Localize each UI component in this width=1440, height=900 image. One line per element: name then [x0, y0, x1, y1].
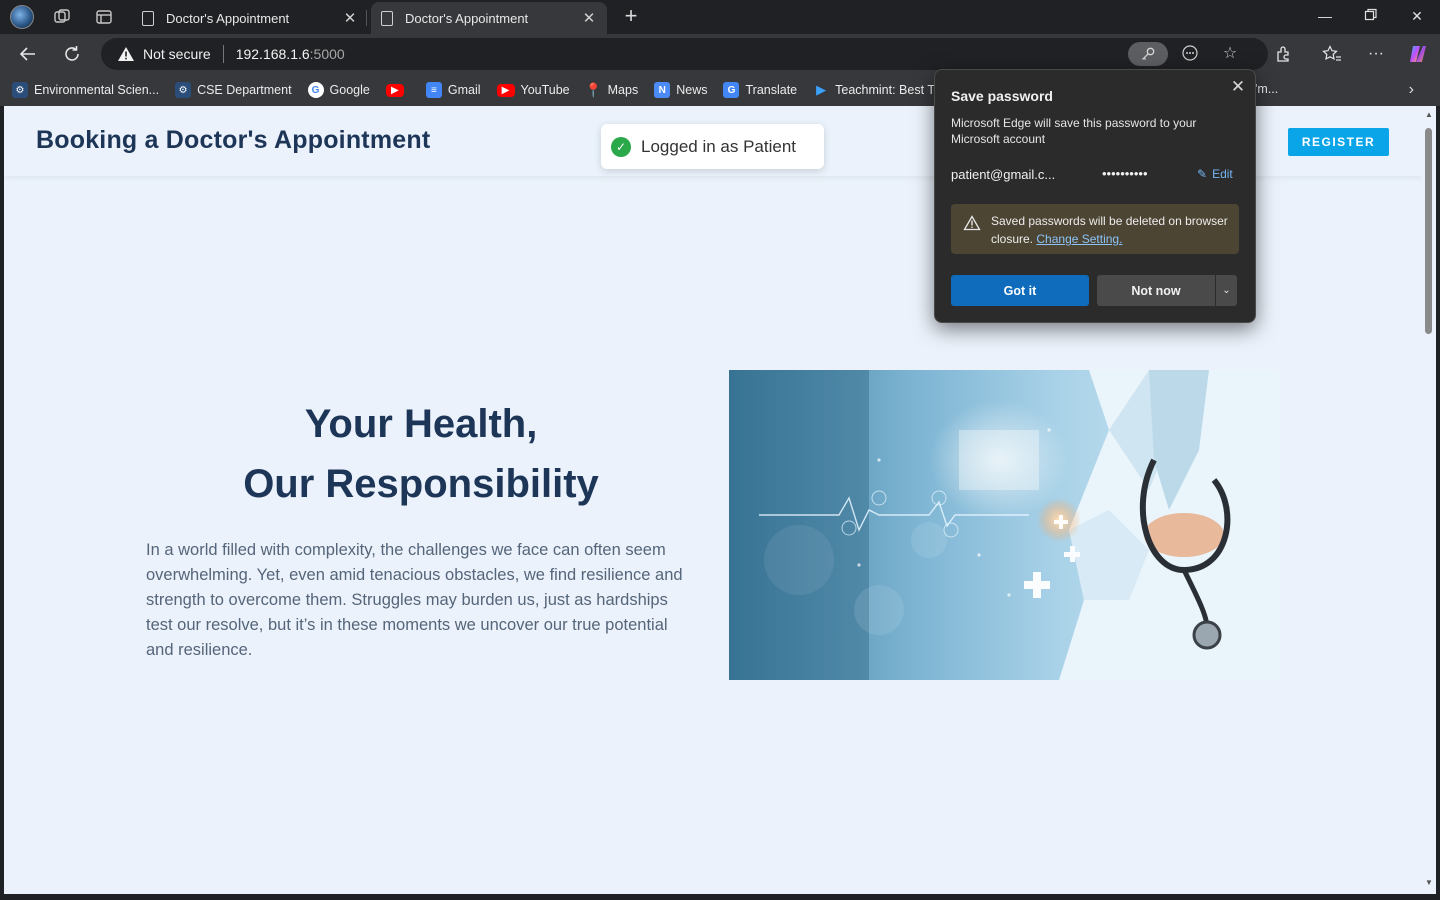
warning-text: Saved passwords will be deleted on brows…	[991, 212, 1231, 248]
google-icon: G	[307, 82, 324, 98]
tab-doctors-appointment-1[interactable]: Doctor's Appointment ✕	[132, 2, 368, 34]
url-port: :5000	[309, 46, 345, 62]
dialog-title: Save password	[951, 88, 1053, 104]
close-window-icon[interactable]: ✕	[1408, 8, 1426, 26]
profile-avatar[interactable]	[10, 5, 34, 29]
sci-icon: ⚙	[12, 82, 28, 98]
bookmark-google[interactable]: G Google	[307, 82, 370, 98]
bookmark-gmail[interactable]: ≡ Gmail	[425, 82, 481, 98]
edit-credentials-link[interactable]: ✎ Edit	[1197, 167, 1233, 181]
bookmarks-overflow-chevron-icon[interactable]: ›	[1409, 81, 1414, 99]
page-scrollbar[interactable]: ▲ ▼	[1422, 106, 1436, 894]
change-setting-link[interactable]: Change Setting.	[1036, 232, 1122, 246]
got-it-button[interactable]: Got it	[951, 275, 1089, 306]
tab-actions-icon[interactable]	[94, 7, 114, 27]
bookmark-label: Gmail	[447, 83, 481, 97]
saved-password-mask: ••••••••••	[1102, 166, 1148, 181]
address-bar[interactable]: Not secure 192.168.1.6:5000 ☆	[101, 38, 1268, 70]
hero-title-line-2: Our Responsibility	[243, 462, 599, 506]
edit-label: Edit	[1212, 167, 1233, 181]
extensions-icon[interactable]	[1272, 42, 1296, 66]
more-menu-icon[interactable]: ···	[1364, 42, 1388, 66]
scroll-down-icon[interactable]: ▼	[1424, 878, 1434, 888]
bookmark-youtube[interactable]: ▶ YouTube	[496, 83, 570, 97]
tab-separator	[366, 10, 367, 26]
sci-icon: ⚙	[175, 82, 192, 98]
bookmark-youtube-icon-only[interactable]: ▶	[385, 83, 410, 97]
bookmark-maps[interactable]: 📍 Maps	[584, 81, 639, 98]
pencil-icon: ✎	[1197, 167, 1208, 181]
bookmark-label: Maps	[607, 83, 639, 97]
dialog-description: Microsoft Edge will save this password t…	[951, 116, 1197, 146]
close-tab-icon[interactable]: ✕	[581, 10, 597, 27]
tab-title: Doctor's Appointment	[405, 10, 529, 26]
save-password-dialog: ✕ Save password Microsoft Edge will save…	[934, 69, 1256, 323]
favorite-star-icon[interactable]: ☆	[1220, 44, 1240, 64]
hero-paragraph: In a world filled with complexity, the c…	[146, 541, 683, 659]
docs-icon: ≡	[425, 82, 442, 98]
warning-icon[interactable]	[117, 46, 135, 62]
refresh-icon[interactable]	[60, 42, 84, 66]
scroll-up-icon[interactable]: ▲	[1424, 110, 1434, 120]
saved-username: patient@gmail.c...	[951, 167, 1056, 182]
bookmark-label: YouTube	[520, 83, 570, 97]
maps-icon: 📍	[584, 81, 603, 98]
bookmark-label: Google	[329, 83, 370, 97]
not-now-dropdown-chevron-icon[interactable]: ⌄	[1216, 275, 1237, 306]
bookmark-translate[interactable]: G Translate	[723, 82, 797, 98]
hero-title-line-1: Your Health,	[304, 402, 538, 446]
favorites-icon[interactable]	[1320, 42, 1344, 66]
page-icon	[381, 10, 393, 26]
register-button[interactable]: REGISTER	[1288, 128, 1389, 156]
minimize-icon[interactable]: —	[1316, 8, 1334, 26]
warning-icon	[963, 215, 981, 231]
bookmark-label: 'm...	[1255, 82, 1279, 96]
bookmark-cse-department[interactable]: ⚙ CSE Department	[175, 82, 292, 98]
bookmark-news[interactable]: N News	[654, 82, 707, 98]
browser-toolbar: Not secure 192.168.1.6:5000 ☆ ···	[0, 34, 1440, 74]
new-tab-button[interactable]: +	[620, 5, 642, 28]
tab-title: Doctor's Appointment	[166, 10, 290, 26]
youtube-icon: ▶	[496, 83, 515, 97]
window-bottom-edge	[0, 894, 1440, 900]
hero-title: Your Health, Our Responsibility	[146, 394, 696, 514]
workspaces-icon[interactable]	[52, 7, 72, 27]
doctor-stethoscope-image	[729, 370, 1279, 680]
bookmark-label: Translate	[745, 83, 798, 97]
security-label[interactable]: Not secure	[143, 46, 211, 62]
site-title[interactable]: Booking a Doctor's Appointment	[36, 126, 430, 155]
tab-doctors-appointment-2[interactable]: Doctor's Appointment ✕	[371, 2, 607, 34]
not-now-button[interactable]: Not now	[1097, 275, 1215, 306]
password-key-icon[interactable]	[1128, 42, 1168, 66]
toast-message: Logged in as Patient	[641, 136, 797, 156]
warning-banner: Saved passwords will be deleted on brows…	[951, 204, 1239, 254]
scroll-thumb[interactable]	[1425, 128, 1432, 334]
teachmint-icon: ▶	[816, 82, 827, 97]
close-tab-icon[interactable]: ✕	[342, 10, 358, 27]
bookmark-label: CSE Department	[197, 83, 292, 97]
restore-icon[interactable]	[1362, 8, 1380, 26]
login-toast: ✓ Logged in as Patient	[601, 124, 824, 169]
reading-mode-icon[interactable]	[1180, 44, 1200, 64]
close-dialog-icon[interactable]: ✕	[1229, 78, 1247, 96]
back-arrow-icon[interactable]	[16, 42, 40, 66]
page-icon	[142, 10, 154, 26]
bookmark-partial[interactable]: 'm...	[1255, 82, 1278, 96]
check-circle-icon: ✓	[611, 136, 631, 157]
bookmark-environmental-science[interactable]: ⚙ Environmental Scien...	[12, 82, 159, 98]
news-icon: N	[654, 82, 671, 98]
address-divider	[222, 45, 224, 63]
bookmark-label: News	[676, 83, 708, 97]
copilot-icon[interactable]	[1406, 42, 1430, 66]
translate-icon: G	[723, 82, 740, 98]
youtube-icon: ▶	[385, 83, 404, 97]
bookmark-label: Environmental Scien...	[34, 83, 160, 97]
tab-strip: Doctor's Appointment ✕ Doctor's Appointm…	[0, 0, 1440, 34]
url-host: 192.168.1.6	[235, 46, 310, 62]
